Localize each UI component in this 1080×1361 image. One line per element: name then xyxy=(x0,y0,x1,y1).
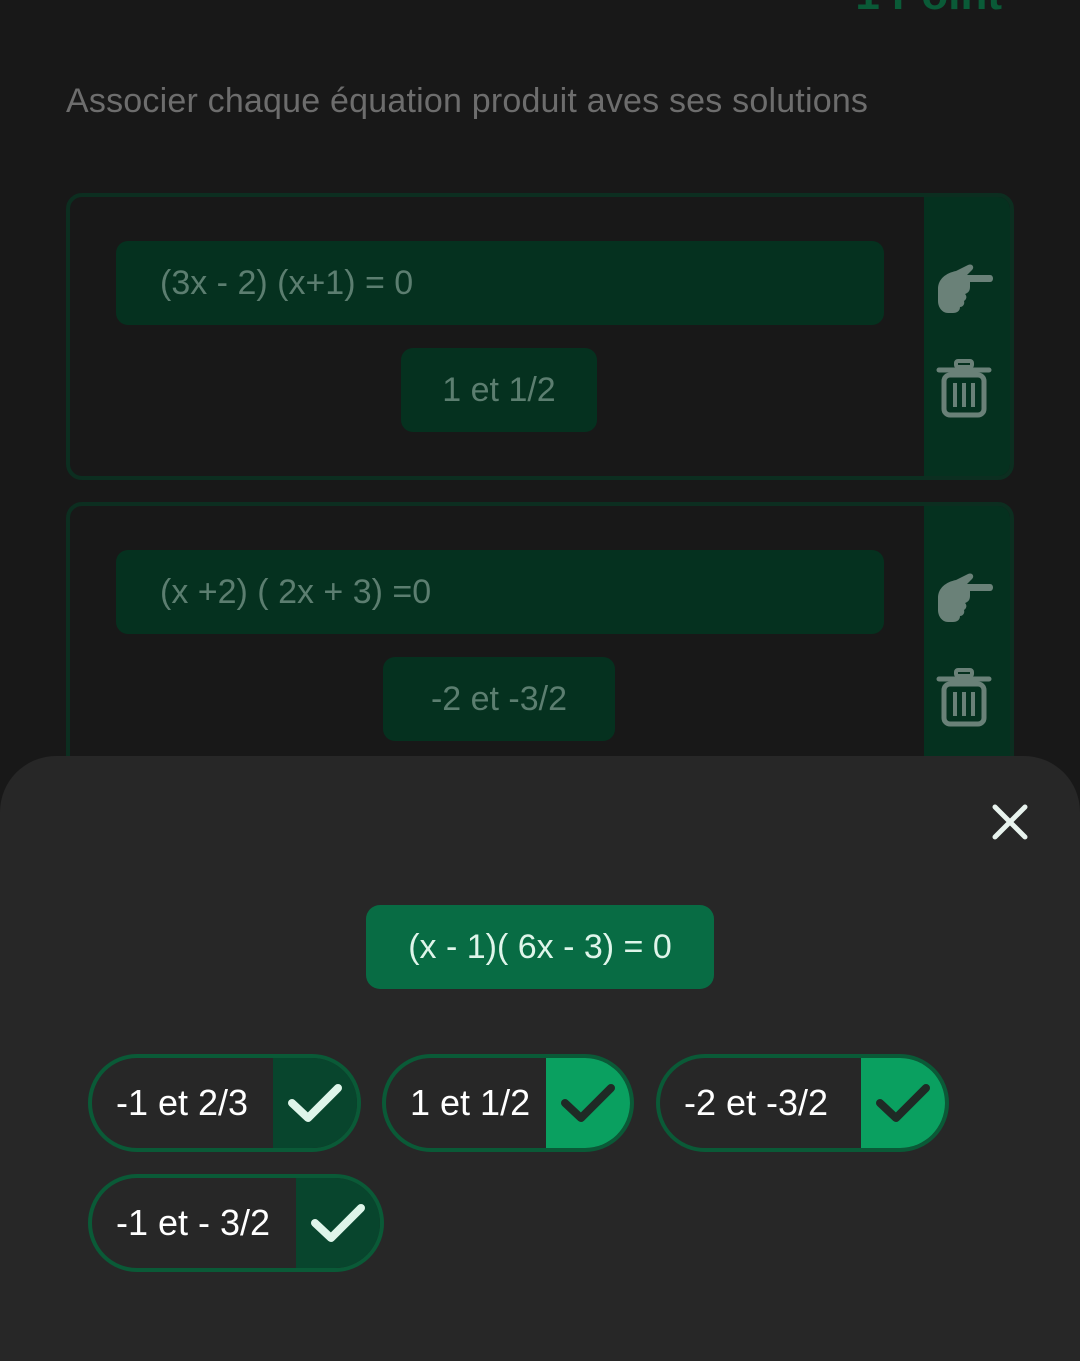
answer-chip[interactable]: -2 et -3/2 xyxy=(383,657,615,741)
equation-slot: (3x - 2) (x+1) = 0 xyxy=(116,241,884,325)
equation-slot: (x +2) ( 2x + 3) =0 xyxy=(116,550,884,634)
check-icon xyxy=(296,1178,380,1268)
pointing-hand-icon[interactable] xyxy=(934,261,996,322)
pair-actions-panel xyxy=(924,197,1010,476)
check-icon xyxy=(273,1058,357,1148)
answer-option[interactable]: -1 et - 3/2 xyxy=(88,1174,384,1272)
close-icon[interactable] xyxy=(992,804,1028,845)
trash-icon[interactable] xyxy=(936,668,992,733)
matched-pair-card: (x +2) ( 2x + 3) =0 -2 et -3/2 xyxy=(66,502,1014,789)
answer-option-label: -2 et -3/2 xyxy=(684,1082,829,1123)
points-label: 1 Point xyxy=(855,0,1002,20)
check-icon xyxy=(861,1058,945,1148)
answer-option[interactable]: -1 et 2/3 xyxy=(88,1054,361,1152)
answer-option-label: -1 et 2/3 xyxy=(116,1082,249,1123)
answer-chip[interactable]: 1 et 1/2 xyxy=(401,348,597,432)
answer-option[interactable]: 1 et 1/2 xyxy=(382,1054,634,1152)
question-text: Associer chaque équation produit aves se… xyxy=(66,82,869,120)
answer-option-label: -1 et - 3/2 xyxy=(116,1202,271,1243)
pair-actions-panel xyxy=(924,506,1010,785)
pointing-hand-icon[interactable] xyxy=(934,570,996,631)
matched-pair-card: (3x - 2) (x+1) = 0 1 et 1/2 xyxy=(66,193,1014,480)
current-equation: (x - 1)( 6x - 3) = 0 xyxy=(366,905,714,989)
answer-bottom-sheet: (x - 1)( 6x - 3) = 0 -1 et 2/3 1 et 1/2 … xyxy=(0,756,1080,1361)
answer-option[interactable]: -2 et -3/2 xyxy=(656,1054,949,1152)
check-icon xyxy=(546,1058,630,1148)
answer-option-label: 1 et 1/2 xyxy=(410,1082,531,1123)
trash-icon[interactable] xyxy=(936,359,992,424)
